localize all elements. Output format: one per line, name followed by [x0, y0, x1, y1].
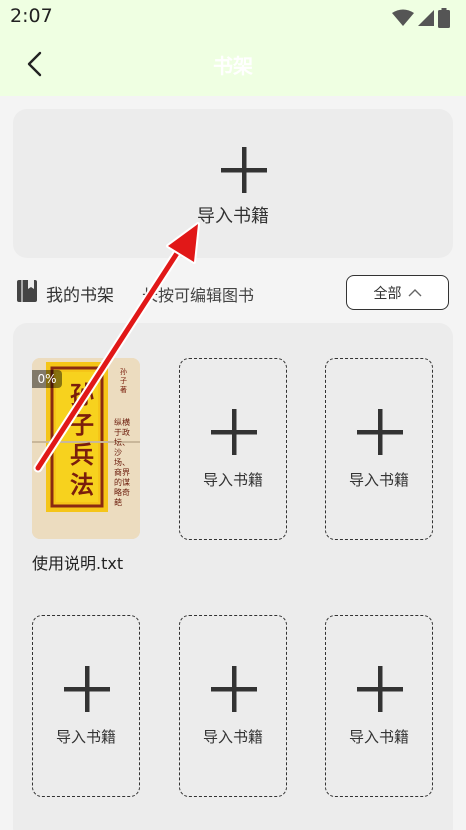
import-slot[interactable]: 导入书籍 — [325, 358, 433, 540]
plus-icon — [64, 666, 110, 712]
import-slot-label: 导入书籍 — [202, 728, 263, 746]
filter-dropdown[interactable]: 全部 — [346, 275, 449, 310]
filter-label: 全部 — [373, 285, 402, 302]
import-slot-label: 导入书籍 — [202, 471, 263, 489]
import-books-label: 导入书籍 — [197, 206, 269, 227]
plus-icon — [221, 147, 267, 193]
shelf-header: 我的书架 长按可编辑图书 全部 — [0, 270, 466, 314]
import-slot[interactable]: 导入书籍 — [179, 358, 287, 540]
book-cover-side-text: 纵横于政坛、沙场、商界的谋略奇葩 — [114, 418, 130, 507]
app-bar: 书架 — [0, 32, 466, 96]
status-icons — [392, 8, 450, 28]
status-bar: 2:07 — [0, 0, 466, 32]
import-slot[interactable]: 导入书籍 — [179, 615, 287, 797]
plus-icon — [211, 409, 257, 455]
status-time: 2:07 — [10, 5, 53, 27]
import-slot-label: 导入书籍 — [348, 471, 409, 489]
reading-progress-badge: 0% — [32, 370, 62, 388]
bookshelf-icon — [17, 280, 37, 302]
book-cover[interactable]: 孙子兵法 孙子 著 纵横于政坛、沙场、商界的谋略奇葩 0% — [32, 358, 140, 539]
book-cover-author: 孙子 著 — [120, 368, 127, 394]
plus-icon — [357, 409, 403, 455]
plus-icon — [357, 666, 403, 712]
battery-icon — [438, 8, 450, 28]
shelf-title: 我的书架 — [46, 286, 114, 306]
signal-icon — [418, 10, 434, 26]
import-slot[interactable]: 导入书籍 — [325, 615, 433, 797]
book-cover-title: 孙子兵法 — [70, 380, 94, 499]
chevron-up-icon — [408, 288, 421, 296]
import-slot-label: 导入书籍 — [55, 728, 116, 746]
book-name[interactable]: 使用说明.txt — [32, 550, 123, 574]
wifi-icon — [392, 9, 414, 26]
import-slot-label: 导入书籍 — [348, 728, 409, 746]
import-slot[interactable]: 导入书籍 — [32, 615, 140, 797]
shelf-edit-hint: 长按可编辑图书 — [142, 286, 255, 305]
import-books-card[interactable] — [13, 109, 453, 258]
plus-icon — [211, 666, 257, 712]
page-title: 书架 — [213, 54, 253, 78]
